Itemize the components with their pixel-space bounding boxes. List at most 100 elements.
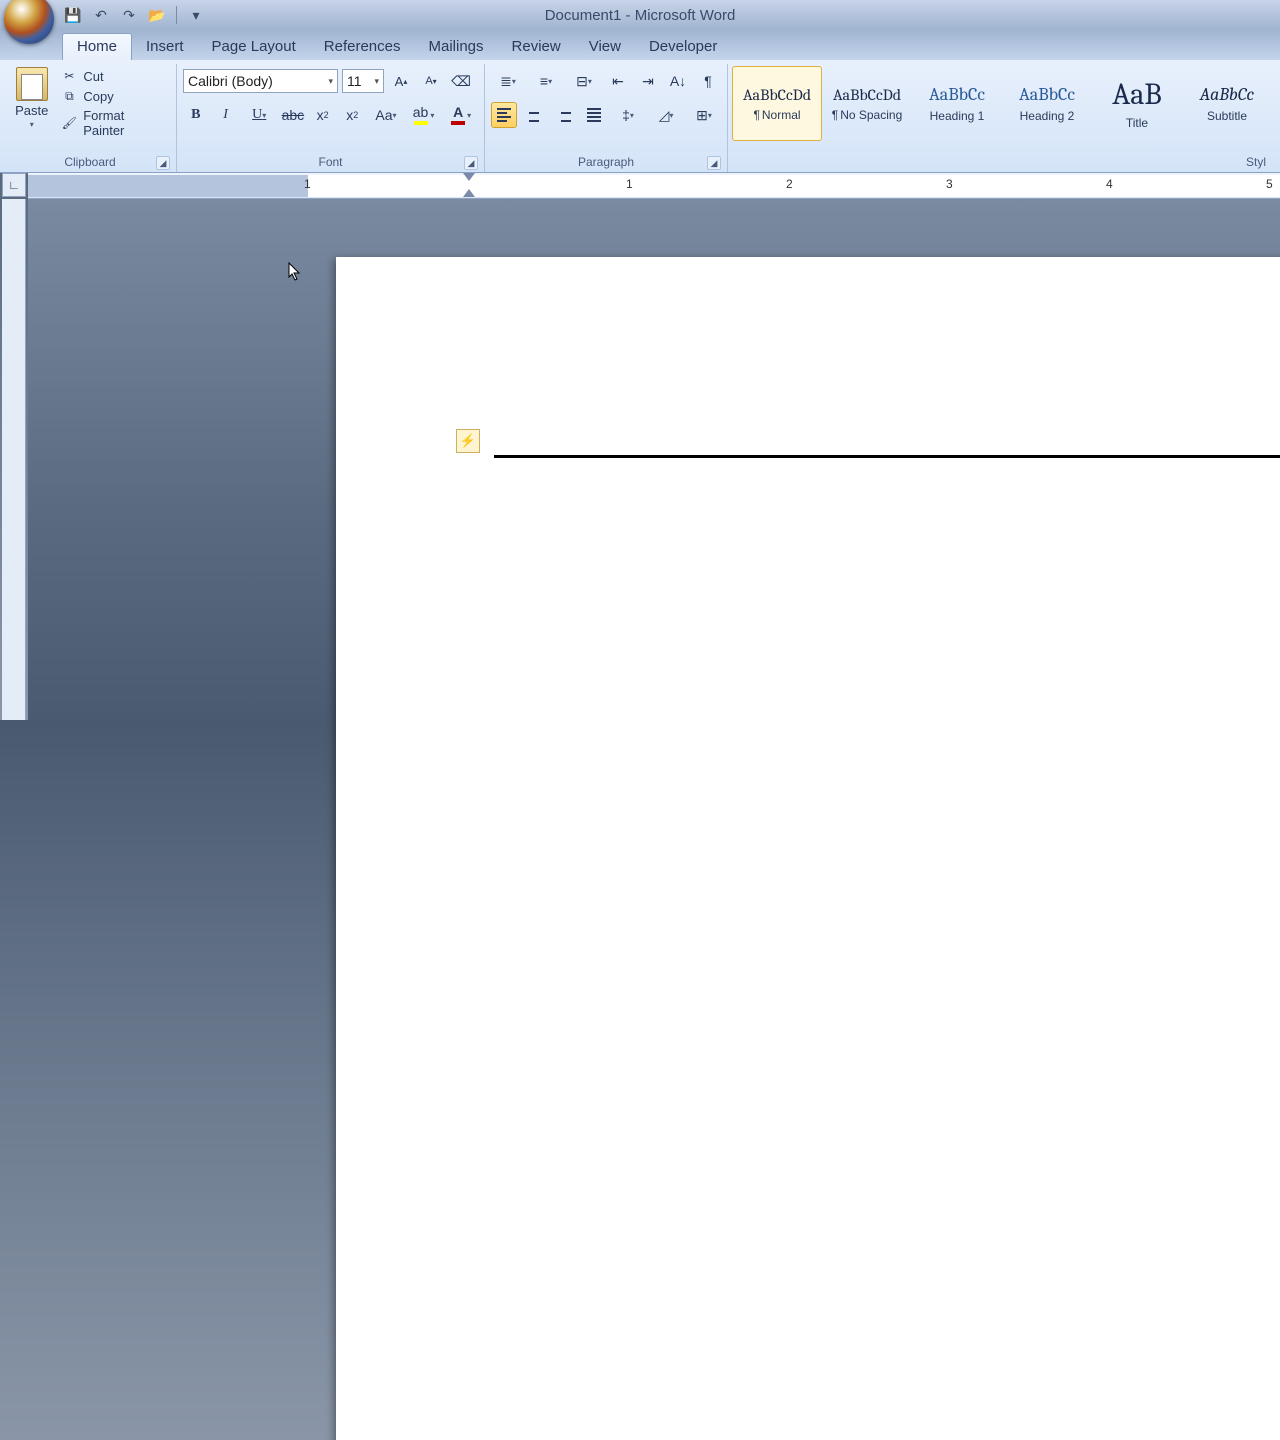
paste-icon — [16, 67, 48, 101]
multilevel-list-button[interactable]: ⊟▾ — [567, 68, 601, 94]
paste-button[interactable]: Paste ▾ — [8, 64, 55, 152]
cut-label: Cut — [83, 69, 103, 84]
qat-save-icon[interactable]: 💾 — [62, 4, 84, 26]
tab-developer[interactable]: Developer — [635, 34, 731, 60]
font-name-combo[interactable]: Calibri (Body) ▾ — [183, 69, 338, 93]
line-spacing-icon: ‡ — [622, 107, 630, 123]
title-bar: 💾 ↶ ↷ 📂 ▾ Document1 - Microsoft Word — [0, 0, 1280, 30]
ruler-num: 1 — [304, 177, 311, 191]
style-name-label: Subtitle — [1207, 109, 1247, 123]
quick-access-toolbar: 💾 ↶ ↷ 📂 ▾ — [62, 0, 207, 30]
font-group-label: Font — [318, 155, 342, 169]
paste-dropdown-icon[interactable]: ▾ — [30, 120, 34, 129]
copy-button[interactable]: ⧉ Copy — [61, 88, 168, 104]
eraser-icon: ⌫ — [451, 73, 471, 90]
format-painter-label: Format Painter — [83, 108, 168, 138]
show-marks-button[interactable]: ¶ — [695, 68, 721, 94]
style-tile-subtitle[interactable]: AaBbCcSubtitle — [1182, 66, 1272, 141]
qat-undo-icon[interactable]: ↶ — [90, 4, 112, 26]
superscript-button[interactable]: x2 — [339, 102, 365, 128]
sort-button[interactable]: A↓ — [665, 68, 691, 94]
tab-selector-button[interactable]: ∟ — [2, 173, 26, 197]
vertical-ruler[interactable] — [2, 199, 26, 720]
style-tile-title[interactable]: AaBTitle — [1092, 66, 1182, 141]
clear-formatting-button[interactable]: ⌫ — [448, 68, 474, 94]
increase-indent-button[interactable]: ⇥ — [635, 68, 661, 94]
hanging-indent-marker[interactable] — [463, 189, 475, 199]
tab-references[interactable]: References — [310, 34, 415, 60]
ribbon: Paste ▾ ✂ Cut ⧉ Copy 🖌 Format Painter Cl — [0, 60, 1280, 173]
font-launcher-icon[interactable]: ◢ — [464, 156, 478, 170]
group-styles: AaBbCcDd¶NormalAaBbCcDd¶No SpacingAaBbCc… — [728, 64, 1276, 172]
justify-icon — [587, 108, 601, 122]
qat-divider — [176, 6, 177, 24]
paragraph-launcher-icon[interactable]: ◢ — [707, 156, 721, 170]
first-line-indent-marker[interactable] — [463, 173, 475, 183]
font-size-value: 11 — [347, 73, 362, 89]
document-page[interactable]: ⚡ — [336, 257, 1280, 1440]
style-preview: AaB — [1112, 77, 1161, 112]
ribbon-tabs: Home Insert Page Layout References Maili… — [0, 30, 1280, 60]
borders-button[interactable]: ⊞▾ — [687, 102, 721, 128]
align-center-button[interactable] — [521, 102, 547, 128]
group-font: Calibri (Body) ▾ 11 ▾ A▴ A▾ ⌫ B I U ▾ ab… — [177, 64, 485, 172]
style-tile-normal[interactable]: AaBbCcDd¶Normal — [732, 66, 822, 141]
grow-font-button[interactable]: A▴ — [388, 68, 414, 94]
underline-button[interactable]: U ▾ — [242, 102, 276, 128]
tab-review[interactable]: Review — [498, 34, 575, 60]
outdent-icon: ⇤ — [612, 73, 624, 90]
bullets-button[interactable]: ≣▾ — [491, 68, 525, 94]
cut-button[interactable]: ✂ Cut — [61, 68, 168, 84]
chevron-down-icon: ▾ — [324, 76, 333, 87]
tab-mailings[interactable]: Mailings — [415, 34, 498, 60]
align-center-icon — [527, 108, 541, 122]
borders-icon: ⊞ — [696, 107, 708, 124]
style-tile-no-spacing[interactable]: AaBbCcDd¶No Spacing — [822, 66, 912, 141]
format-painter-button[interactable]: 🖌 Format Painter — [61, 108, 168, 138]
document-background: ⚡ — [28, 199, 1280, 720]
qat-open-icon[interactable]: 📂 — [146, 4, 168, 26]
shading-button[interactable]: ◿▾ — [649, 102, 683, 128]
font-size-combo[interactable]: 11 ▾ — [342, 69, 384, 93]
justify-button[interactable] — [581, 102, 607, 128]
ruler-num: 2 — [786, 177, 793, 191]
horizontal-ruler[interactable]: 1 1 2 3 4 5 — [28, 173, 1280, 199]
style-tile-heading-2[interactable]: AaBbCcHeading 2 — [1002, 66, 1092, 141]
style-tile-heading-1[interactable]: AaBbCcHeading 1 — [912, 66, 1002, 141]
pilcrow-icon: ¶ — [704, 73, 712, 89]
pilcrow-icon: ¶ — [832, 108, 838, 122]
tab-home[interactable]: Home — [62, 33, 132, 60]
numbering-button[interactable]: ≡▾ — [529, 68, 563, 94]
highlight-button[interactable]: ab ▾ — [407, 102, 441, 128]
decrease-indent-button[interactable]: ⇤ — [605, 68, 631, 94]
paragraph-group-label: Paragraph — [578, 155, 634, 169]
clipboard-group-label: Clipboard — [64, 155, 115, 169]
scissors-icon: ✂ — [61, 68, 77, 84]
pilcrow-icon: ¶ — [753, 108, 759, 122]
style-preview: AaBbCc — [1019, 84, 1075, 105]
strikethrough-button[interactable]: abc — [280, 102, 306, 128]
paint-bucket-icon: ◿ — [659, 107, 670, 124]
tab-page-layout[interactable]: Page Layout — [198, 34, 310, 60]
font-color-button[interactable]: A ▾ — [444, 102, 478, 128]
font-name-value: Calibri (Body) — [188, 73, 273, 89]
paste-label: Paste — [15, 103, 48, 118]
shrink-font-button[interactable]: A▾ — [418, 68, 444, 94]
italic-button[interactable]: I — [213, 102, 239, 128]
qat-redo-icon[interactable]: ↷ — [118, 4, 140, 26]
qat-customize-icon[interactable]: ▾ — [185, 4, 207, 26]
tab-view[interactable]: View — [575, 34, 635, 60]
tab-insert[interactable]: Insert — [132, 34, 198, 60]
autocorrect-options-button[interactable]: ⚡ — [456, 429, 480, 453]
align-right-icon — [557, 108, 571, 122]
clipboard-launcher-icon[interactable]: ◢ — [156, 156, 170, 170]
copy-label: Copy — [83, 89, 113, 104]
subscript-button[interactable]: x2 — [310, 102, 336, 128]
align-right-button[interactable] — [551, 102, 577, 128]
font-color-icon: A — [453, 105, 463, 119]
styles-group-label: Styl — [1246, 155, 1266, 169]
line-spacing-button[interactable]: ‡▾ — [611, 102, 645, 128]
align-left-button[interactable] — [491, 102, 517, 128]
bold-button[interactable]: B — [183, 102, 209, 128]
change-case-button[interactable]: Aa ▾ — [369, 102, 403, 128]
